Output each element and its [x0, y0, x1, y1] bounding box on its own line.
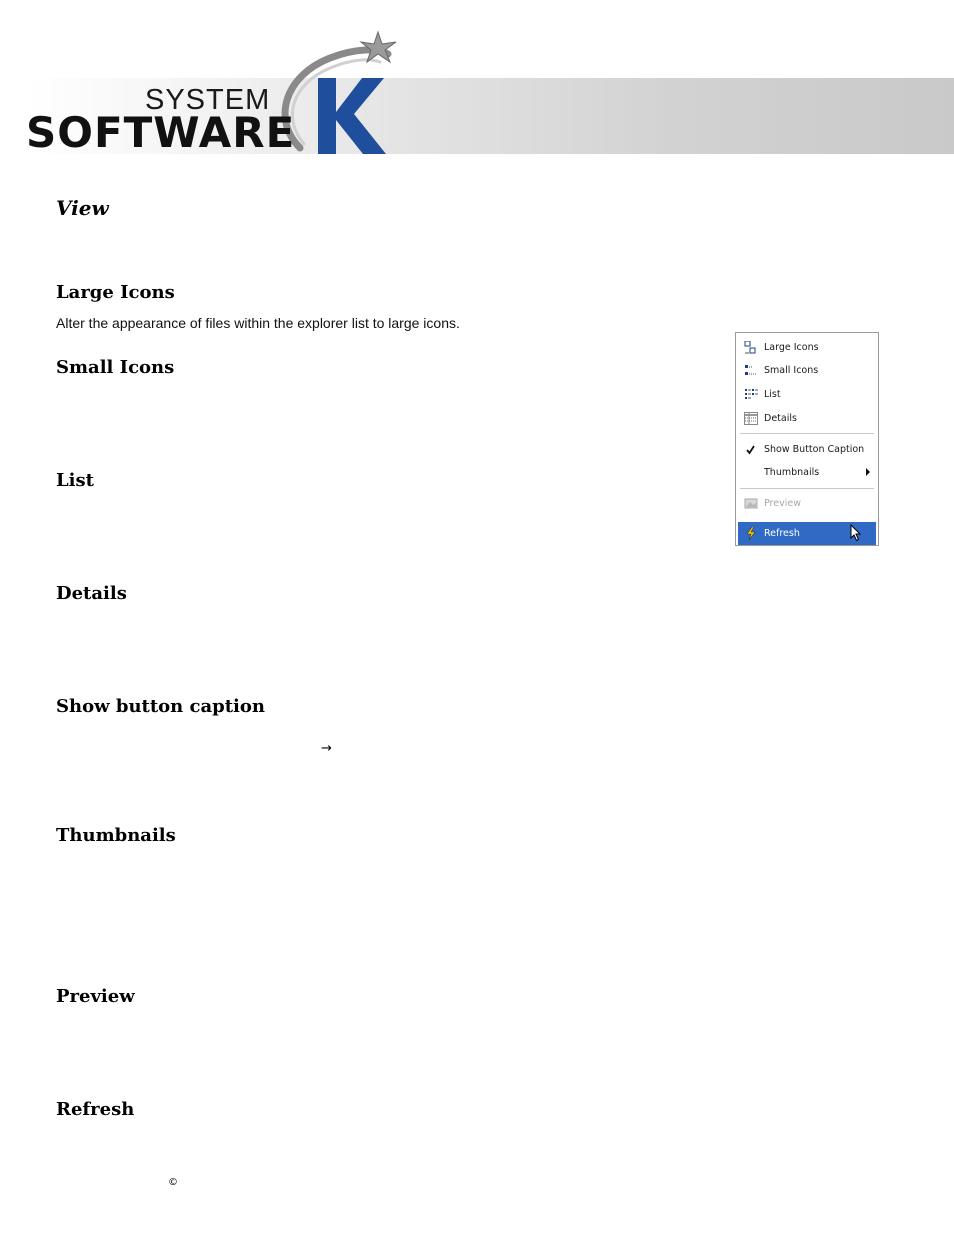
menu-item-label: Details — [764, 413, 797, 424]
menu-item-small-icons[interactable]: Small Icons — [738, 359, 876, 382]
system-software-k-logo: SYSTEM SOFTWARE — [26, 28, 406, 158]
menu-item-show-button-caption[interactable]: Show Button Caption — [738, 438, 876, 461]
menu-item-preview[interactable]: Preview — [738, 492, 876, 515]
menu-item-label: Thumbnails — [764, 467, 820, 478]
menu-separator — [740, 433, 874, 434]
menu-item-thumbnails[interactable]: Thumbnails — [738, 461, 876, 484]
menu-item-label: Refresh — [764, 528, 800, 539]
preview-icon — [744, 498, 758, 509]
heading-preview: Preview — [56, 986, 135, 1007]
heading-list: List — [56, 470, 94, 491]
menu-separator — [740, 488, 874, 489]
refresh-icon — [746, 527, 756, 540]
heading-show-button-caption: Show button caption — [56, 696, 265, 717]
menu-item-label: List — [764, 389, 781, 400]
menu-item-label: Show Button Caption — [764, 444, 865, 455]
list-icon — [745, 389, 758, 399]
heading-refresh: Refresh — [56, 1099, 135, 1120]
submenu-arrow-icon — [866, 468, 870, 476]
menu-item-refresh[interactable]: Refresh — [738, 522, 876, 545]
logo-software-text: SOFTWARE — [26, 108, 296, 157]
heading-thumbnails: Thumbnails — [56, 825, 176, 846]
heading-large-icons: Large Icons — [56, 282, 175, 303]
menu-item-large-icons[interactable]: Large Icons — [738, 336, 876, 359]
menu-item-label: Small Icons — [764, 365, 819, 376]
copyright-symbol: © — [168, 1177, 178, 1188]
menu-item-list[interactable]: List — [738, 383, 876, 406]
view-context-menu: Large Icons Small Icons List Details Sho… — [735, 332, 879, 546]
section-title: View — [56, 196, 109, 220]
arrow-glyph: → — [321, 741, 332, 756]
mouse-pointer-icon — [850, 524, 862, 542]
checkmark-icon — [746, 445, 755, 455]
heading-details: Details — [56, 583, 127, 604]
menu-item-label: Preview — [764, 498, 801, 509]
large-icons-description: Alter the appearance of files within the… — [56, 315, 460, 331]
heading-small-icons: Small Icons — [56, 357, 175, 378]
small-icons-icon — [745, 365, 757, 375]
menu-item-label: Large Icons — [764, 342, 819, 353]
menu-item-details[interactable]: Details — [738, 407, 876, 430]
large-icons-icon — [744, 341, 756, 354]
details-icon — [744, 412, 758, 425]
